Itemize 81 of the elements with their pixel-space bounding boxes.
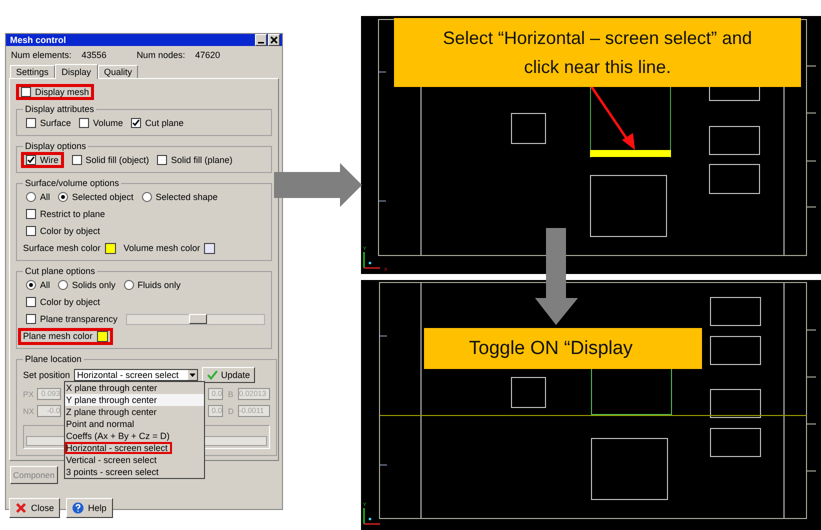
dropdown-option[interactable]: Coeffs (Ax + By + Cz = D) — [65, 430, 204, 442]
checkbox[interactable] — [26, 314, 36, 324]
help-icon — [72, 502, 84, 514]
radio-label: Selected shape — [156, 192, 218, 202]
checkbox[interactable] — [26, 118, 36, 128]
stat-value: 43556 — [82, 50, 107, 60]
radio-label: Solids only — [72, 280, 116, 290]
checkbox-label: Wire — [40, 155, 58, 165]
radio-button[interactable] — [26, 280, 36, 290]
dropdown-option[interactable]: X plane through center — [65, 382, 204, 394]
checkbox[interactable] — [26, 297, 36, 307]
stat-value: 47620 — [195, 50, 220, 60]
color-swatch[interactable] — [96, 330, 108, 342]
radio-label: All — [40, 192, 50, 202]
group-title: Display attributes — [24, 104, 96, 114]
coordinate-label: NX — [23, 406, 35, 416]
tab[interactable]: Settings — [10, 65, 55, 78]
checkbox-label: Display mesh — [35, 87, 90, 97]
checkbox-label: Solid fill (plane) — [171, 155, 233, 165]
group-title: Display options — [24, 141, 88, 151]
radio-button[interactable] — [58, 192, 68, 202]
callout: Select “Horizontal – screen select” and click near this line. — [394, 18, 801, 87]
minimize-icon[interactable] — [255, 34, 267, 46]
stat-label: Num nodes: — [136, 50, 186, 60]
radio-button[interactable] — [124, 280, 134, 290]
pointer-arrow — [590, 85, 635, 150]
checkbox-label: Restrict to plane — [40, 209, 106, 219]
position-dropdown[interactable]: Horizontal - screen select — [74, 369, 198, 381]
radio-button[interactable] — [142, 192, 152, 202]
radio-label: Selected object — [72, 192, 134, 202]
cross-icon — [15, 502, 27, 514]
color-swatch[interactable] — [104, 242, 116, 254]
checkbox[interactable] — [26, 209, 36, 219]
transparency-slider[interactable] — [126, 314, 265, 324]
close-button[interactable]: Close — [9, 498, 60, 518]
axis-icon — [363, 508, 380, 525]
dropdown-option[interactable]: Vertical - screen select — [65, 454, 204, 466]
help-button[interactable]: Help — [66, 498, 113, 518]
dropdown-option[interactable]: Z plane through center — [65, 406, 204, 418]
checkbox[interactable] — [131, 118, 142, 128]
checkbox[interactable] — [79, 118, 90, 128]
checkbox-label: Cut plane — [145, 118, 184, 128]
color-label: Surface mesh color — [23, 243, 101, 253]
checkbox-label: Plane transparency — [40, 314, 118, 324]
checkbox-label: Volume — [93, 118, 124, 128]
tab[interactable]: Display — [54, 64, 98, 79]
axis-icon — [363, 252, 380, 269]
coordinate-label: PX — [23, 390, 35, 398]
color-swatch[interactable] — [204, 242, 216, 254]
checkbox-label: Color by object — [40, 226, 100, 236]
radio-button[interactable] — [58, 280, 68, 290]
close-icon[interactable] — [268, 34, 280, 46]
group-title: Plane location — [24, 354, 83, 364]
radio-label: Fluids only — [138, 280, 181, 290]
checkbox[interactable] — [26, 155, 36, 165]
coordinate-label: B — [228, 390, 234, 398]
field-label: Set position — [23, 370, 70, 380]
checkbox[interactable] — [157, 155, 168, 165]
stat-label: Num elements: — [11, 50, 72, 60]
checkbox[interactable] — [26, 226, 36, 236]
group-title: Cut plane options — [24, 266, 96, 276]
group-title: Surface/volume options — [24, 178, 120, 188]
radio-label: All — [40, 280, 50, 290]
dropdown-option[interactable]: Point and normal — [65, 418, 204, 430]
checkbox-label: Surface — [40, 118, 72, 128]
checkbox[interactable] — [72, 155, 82, 165]
slider-thumb[interactable] — [189, 314, 208, 324]
color-label: Plane mesh color — [23, 331, 93, 341]
checkbox[interactable] — [21, 87, 31, 97]
callout: Toggle ON “Display — [424, 328, 702, 369]
window-title: Mesh control — [10, 35, 68, 45]
update-button[interactable]: Update — [202, 367, 256, 383]
tab[interactable]: Quality — [98, 65, 138, 78]
coordinate-label: D — [228, 406, 235, 416]
checkbox-label: Color by object — [40, 297, 100, 307]
checkbox-label: Solid fill (object) — [86, 155, 150, 165]
color-label: Volume mesh color — [124, 243, 200, 253]
dropdown-option[interactable]: Y plane through center — [65, 394, 204, 406]
check-icon — [207, 370, 218, 380]
radio-button[interactable] — [26, 192, 36, 202]
dropdown-option[interactable]: 3 points - screen select — [65, 466, 204, 478]
